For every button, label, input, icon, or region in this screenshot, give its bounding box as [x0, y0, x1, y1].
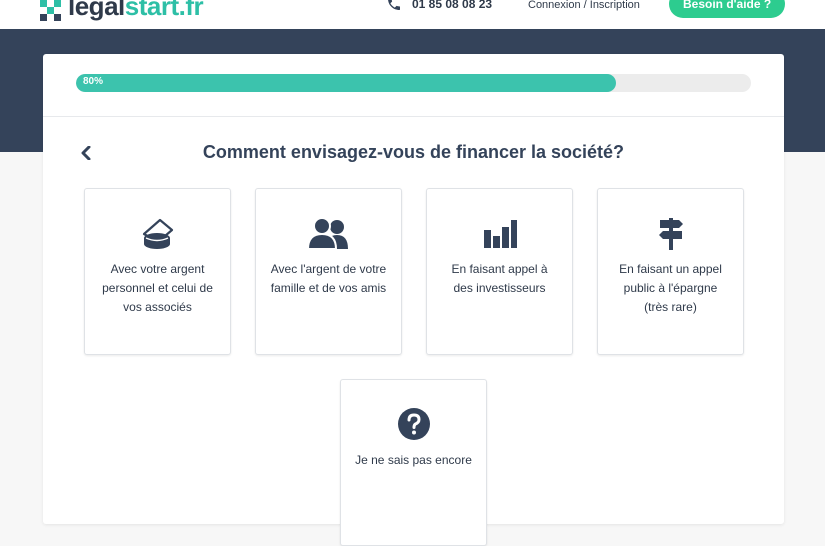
logo-mark-icon — [40, 0, 62, 21]
option-unsure[interactable]: Je ne sais pas encore — [340, 379, 487, 546]
phone-icon — [388, 0, 400, 10]
question-title: Comment envisagez-vous de financer la so… — [202, 142, 625, 162]
money-stack-icon — [85, 213, 230, 253]
signpost-icon — [598, 213, 743, 253]
top-header: legal start.fr 01 85 08 08 23 Connexion /… — [0, 0, 825, 30]
login-link[interactable]: Connexion / Inscription — [528, 0, 640, 11]
help-button[interactable]: Besoin d'aide ? — [669, 0, 786, 18]
people-icon — [256, 213, 401, 253]
option-label: Avec votre argent personnel et celui de … — [102, 262, 213, 314]
progress-fill — [76, 74, 616, 92]
bar-chart-icon — [427, 213, 572, 253]
option-label: Avec l'argent de votre famille et de vos… — [270, 262, 387, 295]
option-investors[interactable]: En faisant appel à des investisseurs — [426, 188, 573, 355]
option-public-offering[interactable]: En faisant un appel public à l'épargne (… — [597, 188, 744, 355]
question-icon — [341, 404, 486, 444]
phone-link[interactable]: 01 85 08 08 23 — [386, 0, 492, 12]
questionnaire-card: 80% Comment envisagez-vous de financer l… — [43, 54, 784, 546]
progress-label: 80% — [83, 76, 104, 87]
logo-accent-text: start.fr — [124, 0, 204, 21]
option-label: En faisant un appel public à l'épargne (… — [619, 262, 722, 314]
option-personal-funds[interactable]: Avec votre argent personnel et celui de … — [84, 188, 231, 355]
phone-number: 01 85 08 08 23 — [412, 0, 493, 11]
option-family-friends[interactable]: Avec l'argent de votre famille et de vos… — [255, 188, 402, 355]
logo[interactable]: legal start.fr — [40, 0, 204, 22]
progress-section: 80% — [43, 54, 784, 117]
progress-bar: 80% — [76, 74, 751, 92]
option-label: En faisant appel à des investisseurs — [451, 262, 548, 295]
option-label: Je ne sais pas encore — [355, 453, 472, 467]
logo-text: legal — [68, 0, 125, 21]
